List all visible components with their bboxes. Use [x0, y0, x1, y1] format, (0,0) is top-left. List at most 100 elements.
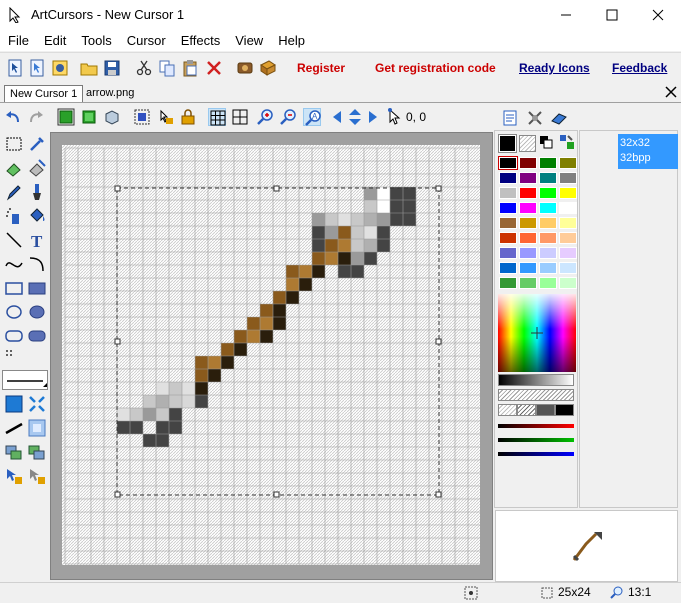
ready-icons-icon[interactable]: [259, 59, 277, 77]
palette-swatch[interactable]: [519, 262, 537, 274]
palette-swatch[interactable]: [539, 262, 557, 274]
green-cube-icon[interactable]: [57, 108, 75, 126]
selection-handle[interactable]: [114, 338, 121, 345]
tab-arrow-png[interactable]: arrow.png: [81, 85, 139, 102]
grayscale-slider[interactable]: [498, 374, 574, 386]
hotspot-lock-2-icon[interactable]: [179, 108, 197, 126]
lock-hotspot-icon[interactable]: [4, 466, 24, 486]
swatch-semi[interactable]: [517, 404, 536, 416]
palette-swatch[interactable]: [499, 262, 517, 274]
undo-icon[interactable]: [4, 108, 22, 126]
redo-icon[interactable]: [27, 108, 45, 126]
palette-swatch[interactable]: [499, 232, 517, 244]
rect-select-icon[interactable]: [4, 134, 24, 154]
fill-mode-icon[interactable]: [4, 394, 24, 414]
delete-format-icon[interactable]: [526, 109, 544, 127]
ellipse-icon[interactable]: [4, 302, 24, 322]
copy-icon[interactable]: [158, 59, 176, 77]
palette-swatch[interactable]: [519, 217, 537, 229]
grid-icon[interactable]: [208, 108, 226, 126]
lock-hotspot-2-icon[interactable]: [27, 466, 47, 486]
palette-swatch[interactable]: [499, 187, 517, 199]
menu-effects[interactable]: Effects: [173, 30, 228, 51]
minimize-button[interactable]: [543, 0, 589, 30]
spray-icon[interactable]: [4, 206, 24, 226]
palette-swatch[interactable]: [519, 247, 537, 259]
palette-swatch[interactable]: [559, 217, 577, 229]
zoom-out-icon[interactable]: [279, 108, 297, 126]
curve-icon[interactable]: [4, 254, 24, 274]
palette-swatch[interactable]: [559, 247, 577, 259]
color-spectrum[interactable]: [498, 294, 576, 372]
selection-handle[interactable]: [435, 185, 442, 192]
text-icon[interactable]: T: [27, 230, 47, 250]
palette-swatch[interactable]: [539, 187, 557, 199]
rounded-rect-icon[interactable]: [4, 326, 24, 346]
eyedropper-icon[interactable]: [27, 134, 47, 154]
selection-handle[interactable]: [114, 491, 121, 498]
brush-icon[interactable]: [27, 182, 47, 202]
menu-tools[interactable]: Tools: [73, 30, 118, 51]
palette-swatch[interactable]: [559, 262, 577, 274]
palette-swatch[interactable]: [519, 157, 537, 169]
swatch-dark[interactable]: [536, 404, 555, 416]
new-animated-icon[interactable]: [28, 59, 46, 77]
palette-swatch[interactable]: [499, 202, 517, 214]
hotspot-lock-icon[interactable]: [156, 108, 174, 126]
swatch-transparent[interactable]: [498, 404, 517, 416]
filled-rounded-rect-icon[interactable]: [27, 326, 47, 346]
tab-new-cursor-1[interactable]: New Cursor 1: [4, 85, 84, 102]
new-cursor-icon[interactable]: [6, 59, 24, 77]
move-right-icon[interactable]: [363, 108, 381, 126]
palette-swatch[interactable]: [559, 172, 577, 184]
properties-icon[interactable]: [501, 109, 519, 127]
alpha-slider[interactable]: [498, 389, 574, 401]
color-picker-icon[interactable]: [559, 134, 575, 150]
palette-swatch[interactable]: [539, 157, 557, 169]
red-slider[interactable]: [498, 424, 574, 428]
palette-swatch[interactable]: [519, 277, 537, 289]
selection-handle[interactable]: [273, 185, 280, 192]
close-button[interactable]: [635, 0, 681, 30]
pixel-canvas[interactable]: [62, 145, 480, 565]
eraser-format-icon[interactable]: [550, 109, 568, 127]
palette-swatch[interactable]: [519, 172, 537, 184]
swap-colors-icon[interactable]: [539, 135, 555, 151]
palette-swatch[interactable]: [499, 277, 517, 289]
palette-swatch[interactable]: [499, 247, 517, 259]
text-zoom-icon[interactable]: A: [303, 108, 321, 126]
palette-swatch[interactable]: [539, 247, 557, 259]
get-registration-code-link[interactable]: Get registration code: [375, 61, 496, 75]
menu-file[interactable]: File: [0, 30, 36, 51]
arc-icon[interactable]: [27, 254, 47, 274]
3d-cube-icon[interactable]: [103, 108, 121, 126]
primary-color[interactable]: [498, 134, 517, 153]
palette-swatch[interactable]: [499, 172, 517, 184]
filled-ellipse-icon[interactable]: [27, 302, 47, 322]
palette-swatch[interactable]: [519, 187, 537, 199]
selection-handle[interactable]: [435, 338, 442, 345]
palette-swatch[interactable]: [559, 232, 577, 244]
filled-rectangle-icon[interactable]: [27, 278, 47, 298]
line-width-selector[interactable]: [2, 370, 48, 390]
palette-swatch[interactable]: [539, 202, 557, 214]
hotspot-icon[interactable]: [386, 108, 404, 126]
soft-edge-icon[interactable]: [27, 418, 47, 438]
line-icon[interactable]: [4, 230, 24, 250]
selection-handle[interactable]: [114, 185, 121, 192]
layers-icon[interactable]: [4, 442, 24, 462]
pencil-icon[interactable]: [4, 182, 24, 202]
blue-slider[interactable]: [498, 452, 574, 456]
palette-swatch[interactable]: [498, 156, 518, 170]
select-all-icon[interactable]: [133, 108, 151, 126]
menu-edit[interactable]: Edit: [36, 30, 73, 51]
zoom-in-icon[interactable]: [256, 108, 274, 126]
scan-icon[interactable]: [236, 59, 254, 77]
menu-help[interactable]: Help: [270, 30, 312, 51]
paste-icon[interactable]: [181, 59, 199, 77]
fill-icon[interactable]: [27, 206, 47, 226]
secondary-color[interactable]: [519, 135, 536, 152]
swatch-black[interactable]: [555, 404, 574, 416]
close-tab-icon[interactable]: [664, 85, 678, 99]
palette-swatch[interactable]: [559, 202, 577, 214]
